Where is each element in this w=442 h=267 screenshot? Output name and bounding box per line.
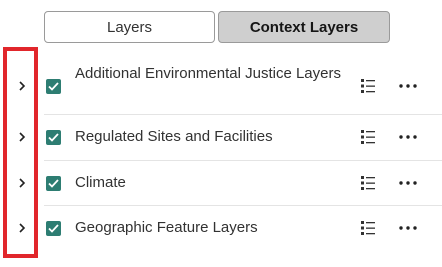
layer-label: Geographic Feature Layers	[75, 219, 258, 236]
expand-chevron-icon[interactable]	[12, 173, 32, 193]
legend-list-icon[interactable]	[358, 173, 378, 193]
more-options-icon[interactable]	[398, 218, 418, 238]
layer-label: Additional Environmental Justice Layers	[75, 65, 341, 82]
more-options-icon[interactable]	[398, 173, 418, 193]
layer-label: Regulated Sites and Facilities	[75, 128, 273, 145]
row-divider	[44, 205, 442, 206]
expand-chevron-icon[interactable]	[12, 76, 32, 96]
legend-list-icon[interactable]	[358, 218, 378, 238]
layer-checkbox[interactable]	[46, 176, 61, 191]
more-options-icon[interactable]	[398, 127, 418, 147]
tab-context-layers[interactable]: Context Layers	[218, 11, 390, 43]
layer-label: Climate	[75, 174, 126, 191]
layer-tabs: Layers Context Layers	[44, 11, 390, 45]
layer-checkbox[interactable]	[46, 79, 61, 94]
layer-checkbox[interactable]	[46, 130, 61, 145]
legend-list-icon[interactable]	[358, 76, 378, 96]
layer-checkbox[interactable]	[46, 221, 61, 236]
row-divider	[44, 160, 442, 161]
expand-chevron-icon[interactable]	[12, 127, 32, 147]
tab-layers[interactable]: Layers	[44, 11, 215, 43]
expand-chevron-icon[interactable]	[12, 218, 32, 238]
legend-list-icon[interactable]	[358, 127, 378, 147]
row-divider	[44, 114, 442, 115]
more-options-icon[interactable]	[398, 76, 418, 96]
